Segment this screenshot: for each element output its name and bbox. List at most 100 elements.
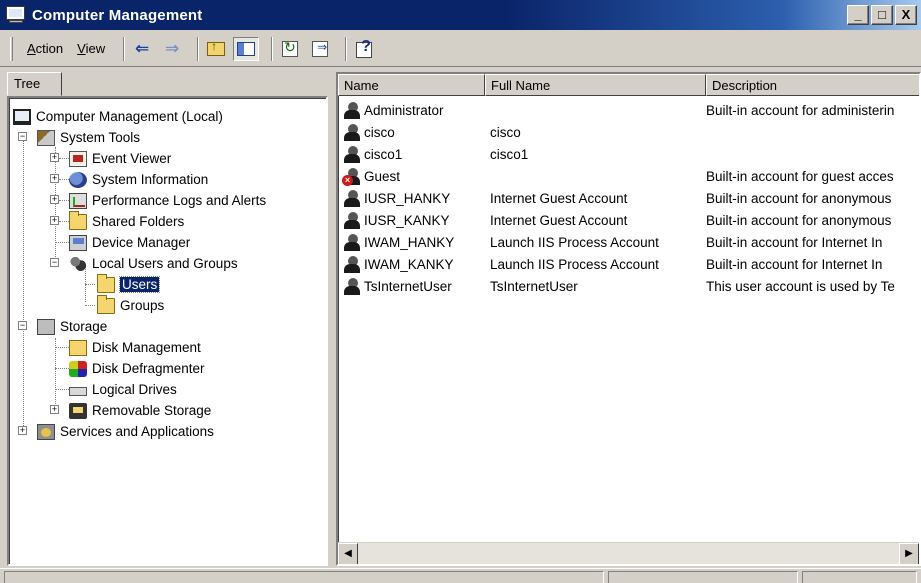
tab-tree[interactable]: Tree bbox=[7, 72, 62, 96]
help-button[interactable] bbox=[351, 37, 377, 61]
user-icon bbox=[342, 255, 362, 274]
user-icon bbox=[342, 233, 362, 252]
tree-item-logical-drives[interactable]: Logical Drives bbox=[69, 379, 177, 400]
user-description: Built-in account for Internet In bbox=[706, 257, 883, 272]
back-button[interactable]: ⇐ bbox=[129, 37, 155, 61]
menu-toolbar: Action View ⇐ ⇒ bbox=[0, 31, 921, 67]
user-description: Built-in account for anonymous bbox=[706, 213, 892, 228]
list-header: Name Full Name Description bbox=[338, 74, 919, 96]
tree-item-event-viewer[interactable]: Event Viewer bbox=[69, 148, 171, 169]
performance-icon bbox=[69, 192, 87, 209]
horizontal-scrollbar[interactable]: ◀ ▶ bbox=[338, 542, 919, 564]
device-manager-icon bbox=[69, 234, 87, 251]
menu-view[interactable]: View bbox=[77, 41, 105, 56]
expand-shared-folders[interactable]: + bbox=[50, 216, 59, 225]
tree-connector bbox=[59, 200, 69, 201]
column-header-name[interactable]: Name bbox=[338, 74, 485, 96]
expand-event-viewer[interactable]: + bbox=[50, 153, 59, 162]
user-name: IWAM_HANKY bbox=[364, 235, 455, 250]
tree-item-users[interactable]: Users bbox=[97, 273, 161, 295]
folder-icon bbox=[69, 210, 87, 230]
tree-item-disk-defragmenter[interactable]: Disk Defragmenter bbox=[69, 358, 205, 379]
tree-item-system-information[interactable]: System Information bbox=[69, 169, 208, 190]
user-icon bbox=[342, 211, 362, 230]
table-row[interactable]: Administrator Built-in account for admin… bbox=[338, 100, 919, 121]
table-row[interactable]: IUSR_HANKY Internet Guest Account Built-… bbox=[338, 188, 919, 209]
forward-button[interactable]: ⇒ bbox=[159, 37, 185, 61]
tree-item-groups[interactable]: Groups bbox=[97, 294, 164, 316]
refresh-icon bbox=[282, 39, 299, 57]
up-one-level-button[interactable] bbox=[203, 37, 229, 61]
collapse-local-users-groups[interactable]: − bbox=[50, 258, 59, 267]
tree-item-local-users-groups[interactable]: Local Users and Groups bbox=[69, 253, 238, 274]
table-row[interactable]: cisco1 cisco1 bbox=[338, 144, 919, 165]
user-name: Administrator bbox=[364, 103, 444, 118]
tree-item-removable-storage[interactable]: Removable Storage bbox=[69, 400, 211, 421]
user-full-name: Launch IIS Process Account bbox=[490, 235, 659, 250]
user-name: TsInternetUser bbox=[364, 279, 452, 294]
export-list-button[interactable] bbox=[307, 37, 333, 61]
tree-connector bbox=[59, 179, 69, 180]
scroll-left-button[interactable]: ◀ bbox=[338, 543, 358, 564]
scroll-right-button[interactable]: ▶ bbox=[899, 543, 919, 564]
user-full-name: cisco1 bbox=[490, 147, 529, 162]
tree-pane[interactable]: − + + + + − − + + Computer Management (L… bbox=[7, 96, 328, 566]
toolbar-separator bbox=[197, 36, 200, 61]
users-icon bbox=[69, 255, 87, 272]
tree-item-device-manager[interactable]: Device Manager bbox=[69, 232, 190, 253]
title-bar: Computer Management _ □ X bbox=[0, 0, 921, 30]
computer-management-icon bbox=[6, 6, 26, 24]
status-panel-secondary bbox=[608, 571, 798, 583]
close-button[interactable]: X bbox=[895, 5, 917, 25]
user-description: Built-in account for anonymous bbox=[706, 191, 892, 206]
back-icon: ⇐ bbox=[134, 38, 150, 58]
help-icon bbox=[355, 38, 373, 58]
tree-item-computer-management[interactable]: Computer Management (Local) bbox=[13, 106, 223, 127]
table-row[interactable]: TsInternetUser TsInternetUser This user … bbox=[338, 276, 919, 297]
tree-item-services-applications[interactable]: Services and Applications bbox=[37, 421, 214, 442]
status-panel-main bbox=[4, 571, 604, 583]
user-name: IUSR_HANKY bbox=[364, 191, 451, 206]
expand-removable-storage[interactable]: + bbox=[50, 405, 59, 414]
refresh-button[interactable] bbox=[277, 37, 303, 61]
system-info-icon bbox=[69, 171, 87, 188]
collapse-storage[interactable]: − bbox=[18, 321, 27, 330]
expand-performance-logs[interactable]: + bbox=[50, 195, 59, 204]
maximize-button[interactable]: □ bbox=[871, 5, 893, 25]
disabled-user-icon: × bbox=[342, 167, 362, 186]
tree-item-shared-folders[interactable]: Shared Folders bbox=[69, 210, 184, 232]
status-panel-tertiary bbox=[802, 571, 917, 583]
table-row[interactable]: IWAM_HANKY Launch IIS Process Account Bu… bbox=[338, 232, 919, 253]
up-one-level-icon bbox=[207, 39, 226, 56]
expand-services-applications[interactable]: + bbox=[18, 426, 27, 435]
tree-item-storage[interactable]: Storage bbox=[37, 316, 107, 337]
tree-item-disk-management[interactable]: Disk Management bbox=[69, 337, 201, 358]
column-header-full-name[interactable]: Full Name bbox=[485, 74, 706, 96]
computer-icon bbox=[13, 108, 31, 125]
tree-connector bbox=[55, 338, 56, 410]
menu-action[interactable]: Action bbox=[27, 41, 63, 56]
services-icon bbox=[37, 423, 55, 440]
user-name: IUSR_KANKY bbox=[364, 213, 450, 228]
toolbar-separator bbox=[123, 36, 126, 61]
tree-item-system-tools[interactable]: System Tools bbox=[37, 127, 140, 148]
table-row[interactable]: × Guest Built-in account for guest acces bbox=[338, 166, 919, 187]
user-description: Built-in account for guest acces bbox=[706, 169, 894, 184]
users-list-pane[interactable]: Name Full Name Description Administrator… bbox=[336, 72, 921, 566]
expand-system-information[interactable]: + bbox=[50, 174, 59, 183]
tree-connector bbox=[59, 221, 69, 222]
table-row[interactable]: cisco cisco bbox=[338, 122, 919, 143]
forward-icon: ⇒ bbox=[164, 38, 180, 58]
user-icon bbox=[342, 189, 362, 208]
table-row[interactable]: IUSR_KANKY Internet Guest Account Built-… bbox=[338, 210, 919, 231]
show-hide-tree-icon bbox=[237, 41, 256, 56]
tree-item-performance-logs[interactable]: Performance Logs and Alerts bbox=[69, 190, 266, 211]
toolbar-separator bbox=[271, 36, 274, 61]
table-row[interactable]: IWAM_KANKY Launch IIS Process Account Bu… bbox=[338, 254, 919, 275]
collapse-system-tools[interactable]: − bbox=[18, 132, 27, 141]
minimize-button[interactable]: _ bbox=[847, 5, 869, 25]
column-header-description[interactable]: Description bbox=[706, 74, 919, 96]
user-name: Guest bbox=[364, 169, 401, 184]
show-hide-tree-button[interactable] bbox=[233, 36, 260, 61]
user-name: IWAM_KANKY bbox=[364, 257, 454, 272]
